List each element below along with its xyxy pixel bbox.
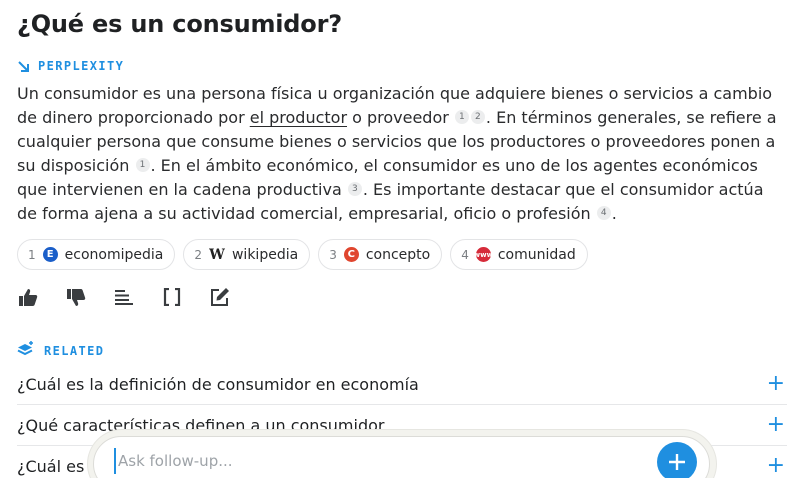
page-title: ¿Qué es un consumidor? xyxy=(17,10,342,38)
citation-badge[interactable]: 4 xyxy=(596,206,611,220)
source-label: PERPLEXITY xyxy=(38,59,125,73)
related-item[interactable]: ¿Cuál es la definición de consumidor en … xyxy=(17,364,787,405)
concepto-favicon-icon: C xyxy=(343,247,359,262)
source-chip-wikipedia[interactable]: 2 W wikipedia xyxy=(183,239,311,270)
plus-icon[interactable]: + xyxy=(767,414,785,436)
plus-icon[interactable]: + xyxy=(767,455,785,477)
followup-bar xyxy=(88,430,716,478)
source-chip-concepto[interactable]: 3 C concepto xyxy=(318,239,443,270)
thumbs-down-icon[interactable] xyxy=(65,286,87,308)
source-name: comunidad xyxy=(497,246,576,263)
comunidad-favicon-icon: www xyxy=(474,247,493,262)
source-number: 4 xyxy=(461,247,469,262)
sources-row: 1 E economipedia 2 W wikipedia 3 C conce… xyxy=(17,239,588,270)
edit-icon[interactable] xyxy=(209,286,231,308)
arrow-down-right-icon xyxy=(17,60,30,73)
answer-segment: o proveedor xyxy=(347,108,449,127)
wikipedia-favicon-icon: W xyxy=(209,246,225,263)
brackets-icon[interactable] xyxy=(161,286,183,308)
source-name: concepto xyxy=(365,246,431,263)
source-chip-comunidad[interactable]: 4 www comunidad xyxy=(450,239,588,270)
thumbs-up-icon[interactable] xyxy=(17,286,39,308)
source-number: 2 xyxy=(194,247,202,262)
answer-actions xyxy=(17,286,231,308)
plus-icon[interactable]: + xyxy=(767,373,785,395)
related-label: RELATED xyxy=(44,344,105,358)
answer-segment: . xyxy=(611,204,617,223)
followup-input[interactable] xyxy=(114,448,634,474)
layers-icon xyxy=(17,341,35,361)
list-icon[interactable] xyxy=(113,286,135,308)
followup-input-wrapper xyxy=(93,436,710,478)
citation-badge[interactable]: 1 xyxy=(135,158,150,172)
answer-link[interactable]: el productor xyxy=(250,108,347,127)
citation-badge[interactable]: 2 xyxy=(470,110,485,124)
send-button[interactable] xyxy=(657,442,697,478)
citation-badge[interactable]: 3 xyxy=(347,182,362,196)
citation-badge[interactable]: 1 xyxy=(454,110,469,124)
related-header: RELATED xyxy=(17,341,104,361)
source-name: wikipedia xyxy=(231,246,299,263)
source-chip-economipedia[interactable]: 1 E economipedia xyxy=(17,239,176,270)
plus-icon xyxy=(669,454,685,470)
source-header: PERPLEXITY xyxy=(17,59,124,73)
related-question: ¿Cuál es xyxy=(17,456,85,476)
source-name: economipedia xyxy=(64,246,164,263)
economipedia-favicon-icon: E xyxy=(42,247,58,262)
source-number: 3 xyxy=(329,247,337,262)
source-number: 1 xyxy=(28,247,36,262)
related-question: ¿Cuál es la definición de consumidor en … xyxy=(17,374,419,394)
answer-text: Un consumidor es una persona física u or… xyxy=(17,82,787,226)
